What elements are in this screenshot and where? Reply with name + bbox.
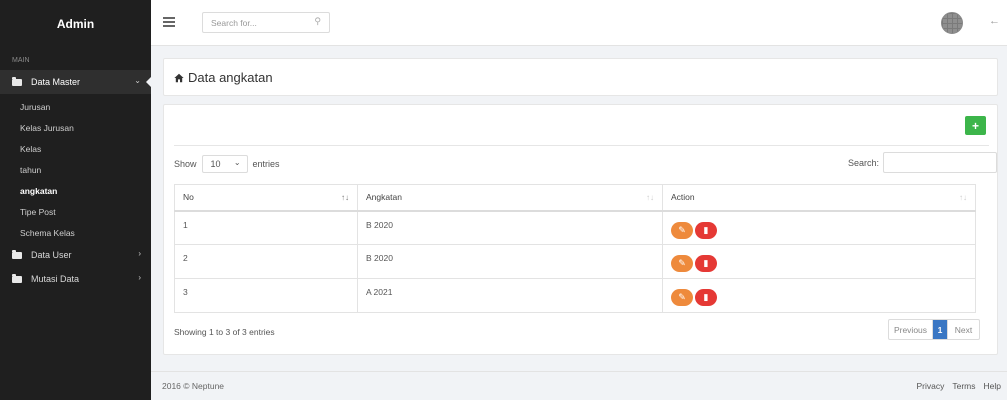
active-indicator (146, 77, 151, 87)
sidebar-subitem-schema-kelas[interactable]: Schema Kelas (0, 222, 151, 243)
top-search: ⚲ (202, 12, 330, 33)
page-button-current[interactable]: 1 (933, 320, 947, 339)
sort-asc-icon: ↑↓ (341, 193, 349, 202)
data-table: No ↑↓ Angkatan ↑↓ Action ↑↓ 1 B 2020 ✎▮ (174, 184, 976, 313)
column-header-no[interactable]: No ↑↓ (174, 184, 358, 212)
table-row: 3 A 2021 ✎ ▮ (174, 278, 976, 313)
home-icon (174, 73, 184, 82)
footer-link-privacy[interactable]: Privacy (917, 381, 945, 391)
cell-angkatan: A 2021 (357, 278, 663, 313)
trash-icon: ▮ (703, 258, 709, 268)
sidebar-section-label: MAIN (12, 57, 30, 64)
page-length-select[interactable]: 10 ⌄ (201, 155, 248, 173)
chevron-right-icon: › (138, 249, 141, 258)
length-control: Show 10 ⌄ entries (174, 155, 280, 173)
cell-action: ✎ ▮ (662, 278, 976, 313)
pencil-icon: ✎ (678, 292, 686, 302)
sidebar-subitem-kelas-jurusan[interactable]: Kelas Jurusan (0, 117, 151, 138)
page-header: Data angkatan (163, 58, 998, 96)
sidebar-subitem-jurusan[interactable]: Jurusan (0, 96, 151, 117)
column-header-angkatan[interactable]: Angkatan ↑↓ (357, 184, 663, 212)
footer: 2016 © Neptune Privacy Terms Help (151, 371, 1007, 400)
table-header-row: No ↑↓ Angkatan ↑↓ Action ↑↓ (174, 184, 976, 212)
search-icon[interactable]: ⚲ (314, 16, 321, 27)
sidebar-subitem-tipe-post[interactable]: Tipe Post (0, 201, 151, 222)
show-label: Show (174, 159, 197, 169)
cell-no: 2 (174, 244, 358, 279)
delete-button[interactable]: ▮ (695, 289, 717, 306)
table-search-input[interactable] (883, 152, 998, 173)
footer-link-help[interactable]: Help (984, 381, 1001, 391)
pagination: Previous 1 Next (888, 319, 980, 340)
pencil-icon: ✎ (678, 258, 686, 268)
add-button[interactable]: + (965, 116, 986, 135)
sort-icon: ↑↓ (959, 193, 967, 202)
edit-button[interactable]: ✎ (671, 289, 693, 306)
chevron-down-icon: ⌄ (134, 76, 141, 85)
folder-icon (12, 249, 22, 259)
trash-icon: ▮ (703, 292, 709, 302)
next-page-button[interactable]: Next (947, 320, 979, 339)
footer-links: Privacy Terms Help (917, 381, 1002, 391)
cell-angkatan: B 2020 (357, 210, 663, 245)
chevron-down-icon: ⌄ (233, 158, 241, 167)
copyright: 2016 © Neptune (162, 381, 225, 391)
cell-action: ✎ ▮ (662, 210, 976, 245)
trash-icon: ▮ (703, 224, 709, 235)
edit-button[interactable]: ✎ (671, 221, 693, 239)
sidebar-item-data-master[interactable]: Data Master ⌄ (0, 70, 151, 94)
column-header-action[interactable]: Action ↑↓ (662, 184, 976, 212)
entries-label: entries (252, 159, 280, 169)
search-input[interactable] (203, 13, 303, 32)
brand-logo[interactable]: Admin (0, 0, 151, 48)
page-title-text: Data angkatan (188, 70, 273, 85)
footer-link-terms[interactable]: Terms (952, 381, 975, 391)
delete-button[interactable]: ▮ (695, 255, 717, 272)
chevron-right-icon: › (138, 273, 141, 282)
edit-button[interactable]: ✎ (671, 255, 693, 272)
cell-action: ✎ ▮ (662, 244, 976, 279)
cell-angkatan: B 2020 (357, 244, 663, 279)
sidebar-item-mutasi-data[interactable]: Mutasi Data › (0, 267, 151, 291)
arrow-left-icon[interactable]: ← (989, 15, 1000, 27)
cell-no: 1 (174, 210, 358, 245)
avatar[interactable] (941, 12, 963, 34)
topbar: ⚲ ← (151, 0, 1007, 46)
menu-toggle-icon[interactable] (163, 17, 175, 27)
table-info: Showing 1 to 3 of 3 entries (174, 327, 275, 337)
cell-no: 3 (174, 278, 358, 313)
sidebar-item-label: Data User (31, 250, 72, 260)
sidebar-item-data-user[interactable]: Data User › (0, 243, 151, 267)
data-card: + Show 10 ⌄ entries Search: No ↑↓ Angkat… (163, 104, 998, 355)
sidebar-item-label: Mutasi Data (31, 274, 80, 284)
sidebar-submenu: Jurusan Kelas Jurusan Kelas tahun angkat… (0, 94, 151, 243)
sidebar-subitem-angkatan[interactable]: angkatan (0, 180, 151, 201)
sidebar-subitem-kelas[interactable]: Kelas (0, 138, 151, 159)
sort-icon: ↑↓ (646, 193, 654, 202)
delete-button[interactable]: ▮ (695, 221, 717, 239)
table-search: Search: (848, 152, 998, 173)
page-length-value: 10 (210, 159, 221, 169)
sidebar-item-label: Data Master (31, 77, 81, 87)
table-row: 2 B 2020 ✎ ▮ (174, 244, 976, 279)
table-row: 1 B 2020 ✎ ▮ (174, 210, 976, 245)
table-search-label: Search: (848, 157, 880, 168)
previous-page-button[interactable]: Previous (889, 320, 933, 339)
sidebar-subitem-tahun[interactable]: tahun (0, 159, 151, 180)
folder-icon (12, 273, 22, 283)
folder-icon (12, 76, 22, 86)
divider (174, 145, 989, 146)
page-title: Data angkatan (174, 70, 273, 85)
pencil-icon: ✎ (678, 224, 686, 235)
sidebar: Admin MAIN Data Master ⌄ Jurusan Kelas J… (0, 0, 151, 400)
